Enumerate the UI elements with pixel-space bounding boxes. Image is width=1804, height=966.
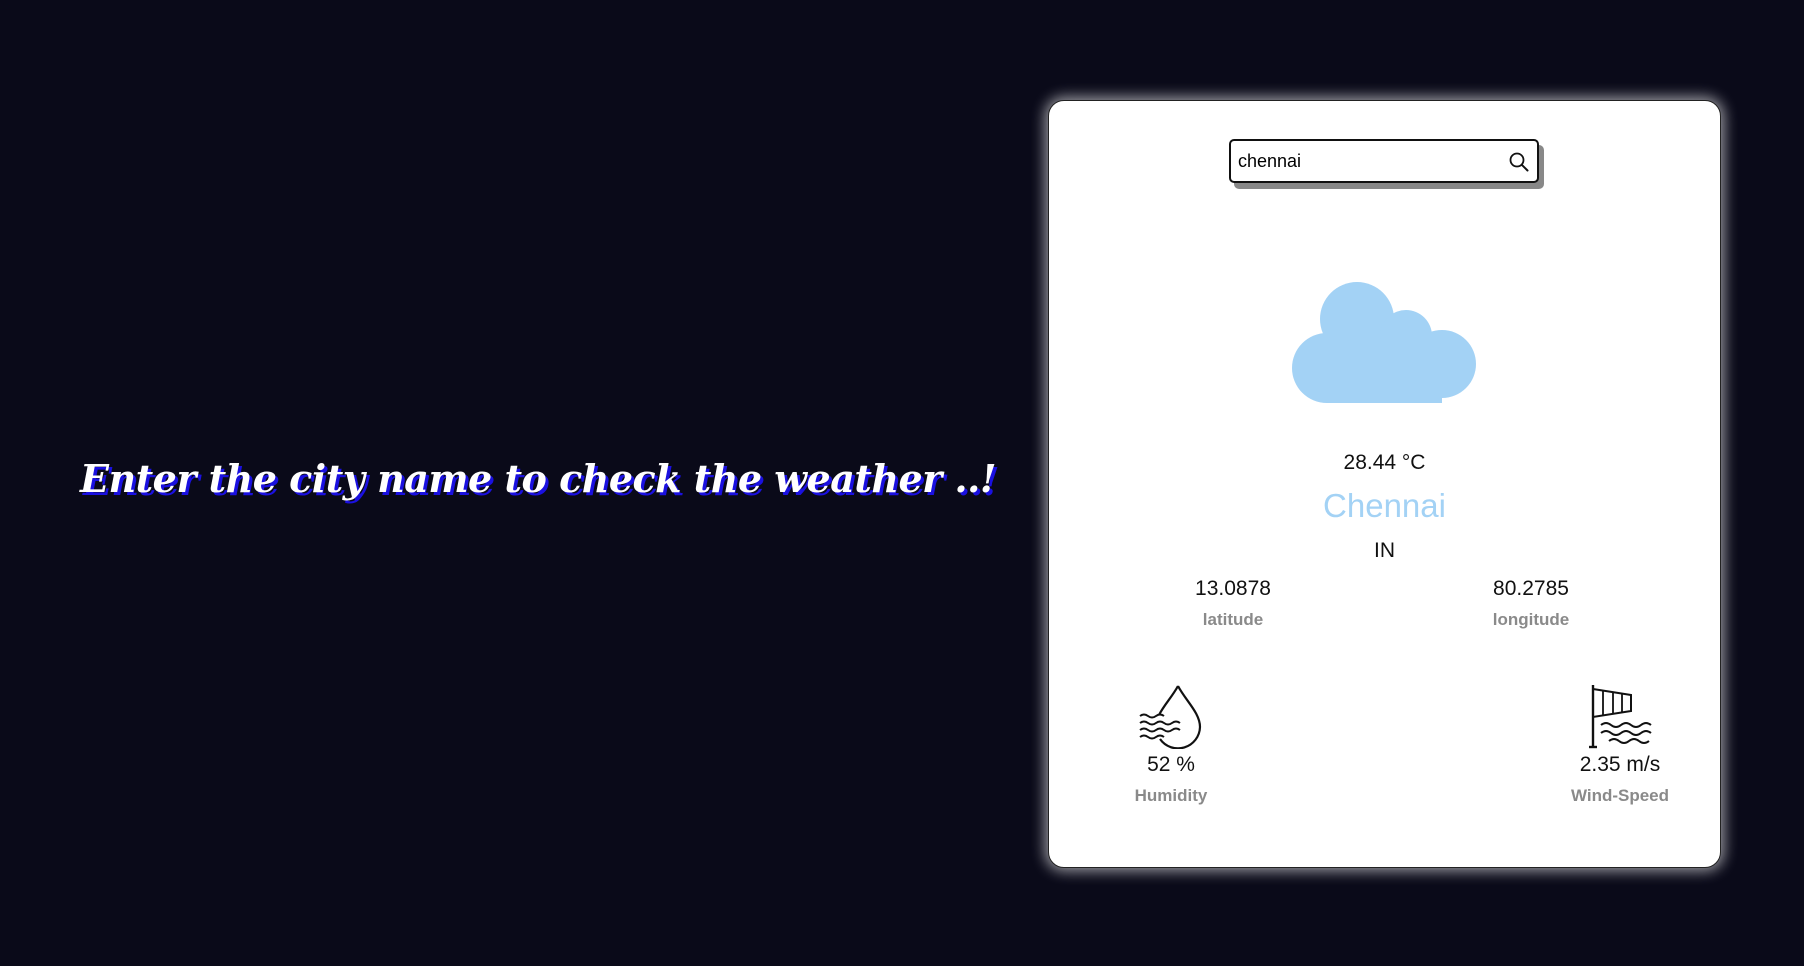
wind-speed-value: 2.35 m/s: [1579, 753, 1661, 776]
longitude-label: longitude: [1492, 610, 1570, 629]
search-button[interactable]: [1507, 150, 1531, 174]
latitude-block: 13.0878 latitude: [1153, 577, 1313, 630]
temperature-value: 28.44 °C: [1343, 451, 1426, 474]
wind-speed-label: Wind-Speed: [1570, 786, 1670, 805]
search-icon: [1509, 152, 1529, 172]
latitude-label: latitude: [1202, 610, 1264, 629]
cloud-icon: [1292, 282, 1476, 403]
humidity-value: 52 %: [1147, 753, 1195, 776]
longitude-value: 80.2785: [1493, 577, 1569, 600]
wind-speed-block: 2.35 m/s Wind-Speed: [1550, 683, 1690, 806]
latitude-value: 13.0878: [1195, 577, 1271, 600]
humidity-block: 52 % Humidity: [1101, 683, 1241, 806]
page-headline: Enter the city name to check the weather…: [80, 456, 997, 501]
humidity-drop-icon: [1139, 685, 1202, 749]
longitude-block: 80.2785 longitude: [1451, 577, 1611, 630]
windsock-icon: [1589, 685, 1652, 749]
search-bar: [1229, 139, 1539, 183]
city-search-input[interactable]: [1235, 141, 1501, 181]
city-name: Chennai: [1323, 487, 1446, 524]
country-code: IN: [1374, 539, 1395, 562]
weather-card: 28.44 °C Chennai IN 13.0878 latitude 80.…: [1048, 100, 1721, 868]
humidity-label: Humidity: [1134, 786, 1208, 805]
